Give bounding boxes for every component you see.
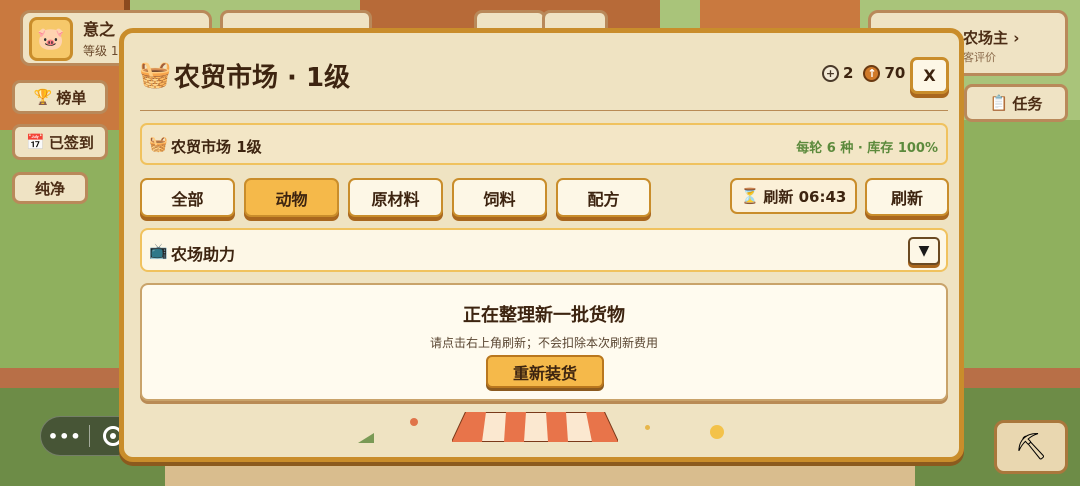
- refresh-timer-label: 刷新 06:43: [763, 187, 847, 206]
- tab-all[interactable]: 全部: [140, 178, 235, 217]
- refresh-button-label: 刷新: [890, 189, 923, 208]
- sun-decoration: [710, 425, 724, 439]
- trophy-icon: 🏆: [33, 88, 53, 106]
- calendar-icon: 📅: [26, 133, 45, 151]
- clipboard-icon: 📋: [989, 94, 1009, 112]
- farm-assist-label: 农场助力: [171, 245, 236, 264]
- silver-coin-icon: +: [822, 64, 839, 82]
- silver-coin-count: 2: [843, 64, 854, 82]
- tab-feed-label: 饲料: [483, 189, 516, 209]
- currency-display: + 2 ↑ 70: [822, 64, 905, 82]
- market-info-label: 农贸市场 1级: [171, 138, 262, 156]
- pure-label: 纯净: [34, 179, 65, 198]
- modal-title: 农贸市场 · 1级: [174, 63, 351, 93]
- restock-button-label: 重新装货: [512, 363, 577, 383]
- dot-decoration: [645, 425, 650, 430]
- pickaxe-tool-button[interactable]: ⛏: [994, 420, 1068, 474]
- pig-avatar-icon: 🐷: [29, 17, 73, 61]
- tv-icon: 📺: [149, 242, 168, 260]
- restock-card: 正在整理新一批货物 请点击右上角刷新；不会扣除本次刷新费用 重新装货: [140, 283, 948, 401]
- farmer-title: 农场主 ›: [963, 29, 1020, 47]
- restock-subtext: 请点击右上角刷新；不会扣除本次刷新费用: [429, 336, 658, 350]
- checkin-button[interactable]: 📅 已签到: [12, 124, 108, 160]
- pickaxe-icon: ⛏: [1014, 432, 1048, 462]
- task-button[interactable]: 📋 任务: [964, 84, 1068, 122]
- tab-all-label: 全部: [171, 189, 204, 209]
- dropdown-toggle-icon[interactable]: ▼: [908, 237, 940, 265]
- title-divider: [140, 110, 948, 111]
- more-menu-icon[interactable]: •••: [41, 427, 89, 446]
- market-modal: 🧺 农贸市场 · 1级 + 2 ↑ 70 X 🧺 农贸市场 1级 每轮 6 种 …: [119, 28, 964, 462]
- refresh-timer: ⏳ 刷新 06:43: [730, 178, 857, 214]
- market-awning-icon: [452, 412, 618, 442]
- user-level: 等级 1: [83, 44, 119, 58]
- tab-recipes[interactable]: 配方: [556, 178, 651, 217]
- user-name: 意之: [83, 20, 116, 39]
- leaf-decoration-icon: [358, 433, 374, 443]
- restock-button[interactable]: 重新装货: [486, 355, 604, 388]
- hourglass-icon: ⏳: [740, 187, 760, 205]
- tab-animals[interactable]: 动物: [244, 178, 339, 217]
- close-button[interactable]: X: [910, 57, 949, 94]
- task-label: 任务: [1012, 94, 1043, 113]
- tab-feed[interactable]: 饲料: [452, 178, 547, 217]
- tab-materials[interactable]: 原材料: [348, 178, 443, 217]
- tab-animals-label: 动物: [275, 189, 308, 209]
- leaderboard-button[interactable]: 🏆 榜单: [12, 80, 108, 114]
- tab-materials-label: 原材料: [371, 189, 420, 209]
- copper-coin-icon: ↑: [863, 64, 881, 82]
- copper-coin-count: 70: [884, 64, 906, 82]
- basket-icon: 🧺: [139, 60, 172, 90]
- pure-mode-button[interactable]: 纯净: [12, 172, 88, 204]
- basket-small-icon: 🧺: [149, 135, 168, 153]
- farmer-sub: 客评价: [963, 51, 996, 64]
- leaderboard-label: 榜单: [56, 88, 87, 107]
- farm-assist-bar[interactable]: 📺 农场助力 ▼: [140, 228, 948, 272]
- market-info-meta: 每轮 6 种 · 库存 100%: [796, 141, 938, 156]
- restock-heading: 正在整理新一批货物: [463, 305, 625, 326]
- refresh-button[interactable]: 刷新: [865, 178, 949, 216]
- sparkle-decoration: [410, 418, 418, 426]
- checkin-label: 已签到: [48, 133, 94, 152]
- market-info-bar: 🧺 农贸市场 1级 每轮 6 种 · 库存 100%: [140, 123, 948, 165]
- tab-recipes-label: 配方: [587, 189, 620, 209]
- scene-building-right: [700, 0, 860, 30]
